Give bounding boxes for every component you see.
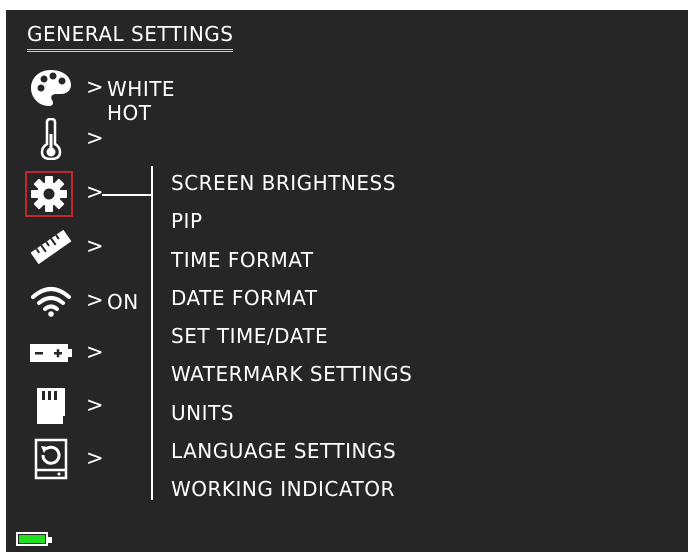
chevron-right-icon: > (86, 340, 104, 364)
battery-level-fill (19, 535, 45, 543)
restore-icon (26, 436, 76, 482)
thermometer-icon (26, 116, 76, 162)
ruler-icon (26, 224, 76, 270)
submenu-item-watermark-settings[interactable]: WATERMARK SETTINGS (171, 360, 412, 398)
submenu-item-screen-brightness[interactable]: SCREEN BRIGHTNESS (171, 169, 412, 207)
chevron-right-icon: > (86, 446, 104, 470)
submenu-item-date-format[interactable]: DATE FORMAT (171, 284, 412, 322)
wifi-value: ON (107, 290, 139, 314)
battery-tip (48, 537, 52, 543)
gear-icon (25, 171, 73, 217)
chevron-right-icon: > (86, 75, 104, 99)
chevron-right-icon: > (86, 288, 104, 312)
submenu-item-language-settings[interactable]: LANGUAGE SETTINGS (171, 437, 412, 475)
submenu-item-working-indicator[interactable]: WORKING INDICATOR (171, 475, 412, 513)
submenu-item-set-time-date[interactable]: SET TIME/DATE (171, 322, 412, 360)
submenu-connector (102, 194, 152, 196)
chevron-right-icon: > (86, 180, 104, 204)
settings-screen: GENERAL SETTINGS > WHITE HOT > > > > ON … (6, 10, 688, 552)
general-settings-submenu: SCREEN BRIGHTNESS PIP TIME FORMAT DATE F… (171, 169, 412, 514)
battery-status-icon (16, 532, 52, 546)
sd-card-icon (26, 383, 76, 429)
page-title: GENERAL SETTINGS (27, 22, 234, 52)
battery-settings-icon (26, 330, 76, 376)
chevron-right-icon: > (86, 126, 104, 150)
palette-value: WHITE HOT (107, 77, 176, 125)
wifi-icon (26, 278, 76, 324)
chevron-right-icon: > (86, 234, 104, 258)
palette-icon (26, 65, 76, 111)
submenu-item-units[interactable]: UNITS (171, 399, 412, 437)
submenu-item-pip[interactable]: PIP (171, 207, 412, 245)
chevron-right-icon: > (86, 393, 104, 417)
submenu-item-time-format[interactable]: TIME FORMAT (171, 246, 412, 284)
submenu-divider (151, 166, 153, 500)
